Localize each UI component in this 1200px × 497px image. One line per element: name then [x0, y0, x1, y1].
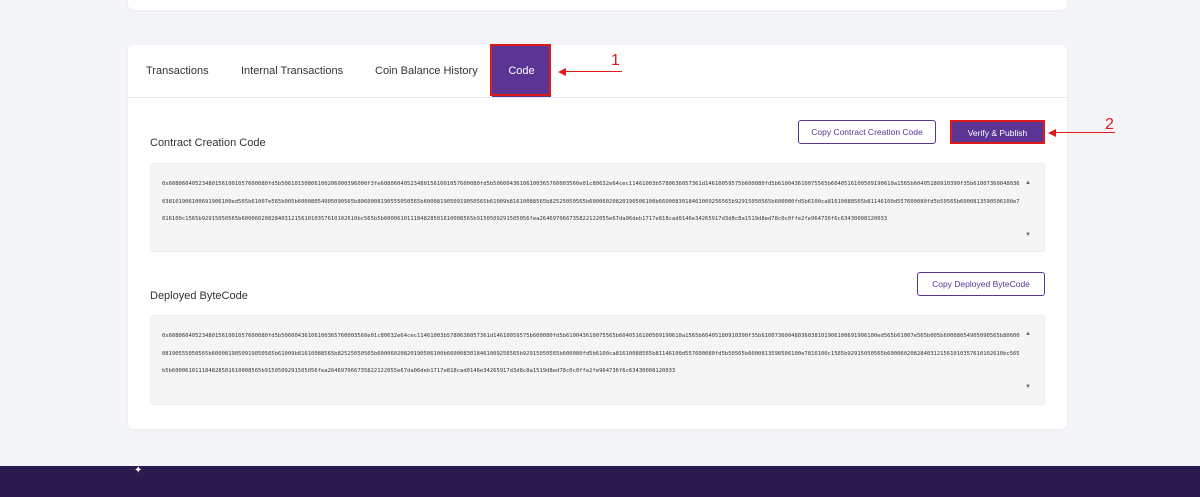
contract-creation-code-text: 0x608060405234801561001057600080fd5b5061… — [162, 181, 1020, 223]
triangle-up-icon[interactable]: ▲ — [1024, 330, 1032, 338]
annotation-number-2: 2 — [1105, 116, 1114, 133]
tab-transactions[interactable]: Transactions — [146, 45, 209, 97]
verify-publish-button[interactable]: Verify & Publish — [950, 120, 1045, 144]
triangle-down-icon[interactable]: ▼ — [1024, 231, 1032, 239]
annotation-arrow-1-head — [558, 68, 566, 76]
triangle-up-icon[interactable]: ▲ — [1024, 179, 1032, 187]
copy-deployed-bytecode-button[interactable]: Copy Deployed ByteCode — [917, 272, 1045, 296]
copy-contract-creation-code-button[interactable]: Copy Contract Creation Code — [798, 120, 936, 144]
triangle-down-icon[interactable]: ▼ — [1024, 383, 1032, 391]
annotation-arrow-2-head — [1048, 129, 1056, 137]
top-card — [128, 0, 1067, 10]
annotation-arrow-1-line — [564, 71, 622, 72]
tab-code[interactable]: Code — [492, 45, 551, 97]
code-card: Transactions Internal Transactions Coin … — [128, 45, 1067, 429]
deployed-bytecode-title: Deployed ByteCode — [150, 290, 248, 302]
footer: ✦ — [0, 466, 1200, 497]
annotation-number-1: 1 — [611, 52, 620, 69]
footer-logo-icon: ✦ — [134, 465, 143, 476]
contract-creation-code-box[interactable]: 0x608060405234801561001057600080fd5b5061… — [150, 163, 1045, 252]
tab-coin-balance-history[interactable]: Coin Balance History — [375, 45, 478, 97]
deployed-bytecode-text: 0x608060405234801561001057600080fd5b5060… — [162, 333, 1020, 375]
tab-internal-transactions[interactable]: Internal Transactions — [241, 45, 343, 97]
contract-creation-code-title: Contract Creation Code — [150, 137, 266, 149]
deployed-bytecode-box[interactable]: 0x608060405234801561001057600080fd5b5060… — [150, 315, 1045, 405]
